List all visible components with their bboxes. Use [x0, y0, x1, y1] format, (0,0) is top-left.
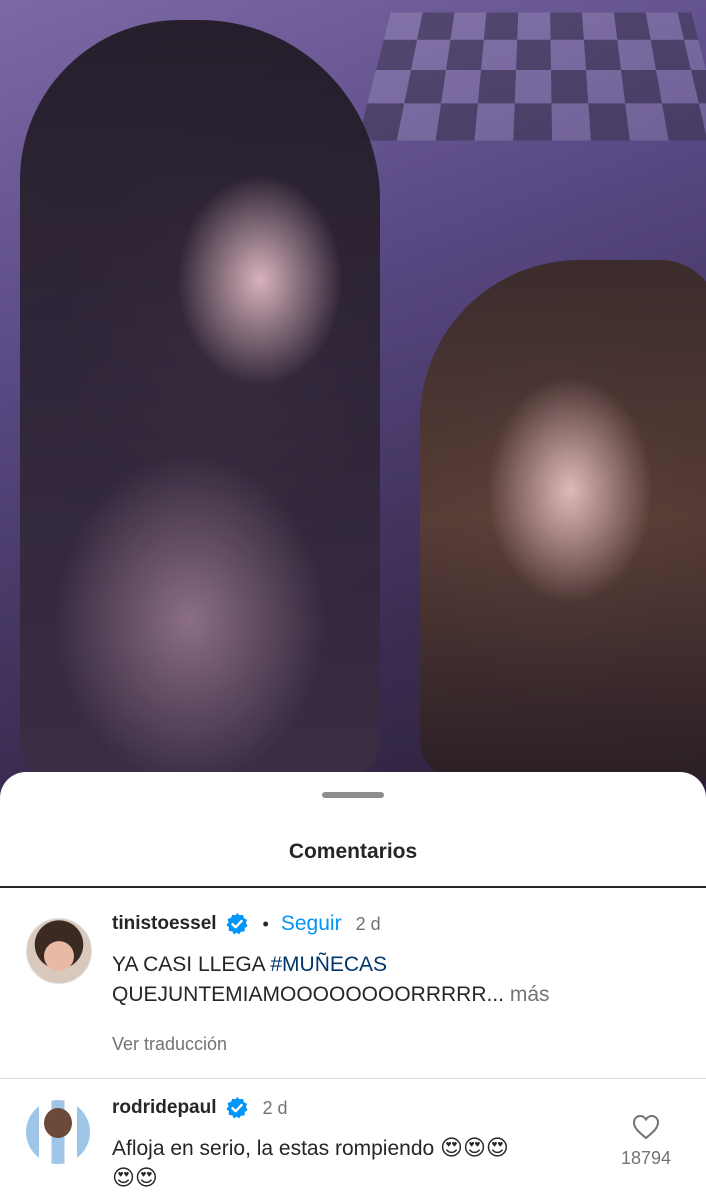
- hashtag-link[interactable]: #MUÑECAS: [270, 953, 387, 976]
- checkered-ceiling: [357, 12, 706, 141]
- avatar[interactable]: [26, 1100, 90, 1164]
- comment-age: 2 d: [355, 913, 381, 934]
- more-link[interactable]: más: [510, 983, 550, 1006]
- heart-outline-icon[interactable]: [618, 1114, 674, 1140]
- comment-username[interactable]: tinistoessel: [112, 913, 217, 935]
- comment-text-part: YA CASI LLEGA: [112, 953, 271, 976]
- comment-age: 2 d: [262, 1097, 288, 1118]
- like-count: 18794: [620, 1148, 672, 1168]
- avatar[interactable]: [26, 918, 92, 984]
- verified-badge-icon: [225, 912, 249, 936]
- person-right: [420, 260, 706, 780]
- comment-item: rodridepaul 2 d Afloja en serio, la esta…: [0, 1090, 706, 1200]
- sheet-title: Comentarios: [288, 840, 418, 863]
- comment-text: YA CASI LLEGA #MUÑECAS QUEJUNTEMIAMOOOOO…: [112, 950, 612, 1010]
- comment-text-part: QUEJUNTEMIAMOOOOOOOORRRRR: [112, 983, 487, 1006]
- person-left: [20, 20, 380, 780]
- verified-badge-icon: [225, 1096, 249, 1120]
- comment-text: Afloja en serio, la estas rompiendo 😍😍😍 …: [112, 1134, 612, 1194]
- heart-eyes-emoji: 😍😍😍: [440, 1136, 509, 1161]
- comments-sheet: Comentarios tinistoessel • Seguir 2 d YA…: [0, 772, 706, 1200]
- comment-item: tinistoessel • Seguir 2 d YA CASI LLEGA …: [0, 906, 706, 1078]
- separator-dot: •: [262, 913, 269, 934]
- post-photo: [0, 0, 706, 800]
- translate-link[interactable]: Ver traducción: [112, 1034, 227, 1055]
- comment-text-part: Afloja en serio, la estas rompiendo: [112, 1137, 435, 1160]
- comment-ellipsis: ...: [486, 983, 505, 1006]
- follow-button[interactable]: Seguir: [281, 912, 342, 936]
- header-divider: [0, 886, 706, 888]
- comment-divider: [0, 1078, 706, 1079]
- comment-username[interactable]: rodridepaul: [112, 1097, 217, 1119]
- comment-meta: rodridepaul 2 d: [112, 1090, 288, 1126]
- like-control: 18794: [618, 1114, 674, 1169]
- heart-eyes-emoji: 😍😍: [112, 1166, 158, 1191]
- sheet-drag-handle[interactable]: [322, 792, 384, 798]
- comment-meta: tinistoessel • Seguir 2 d: [112, 906, 381, 942]
